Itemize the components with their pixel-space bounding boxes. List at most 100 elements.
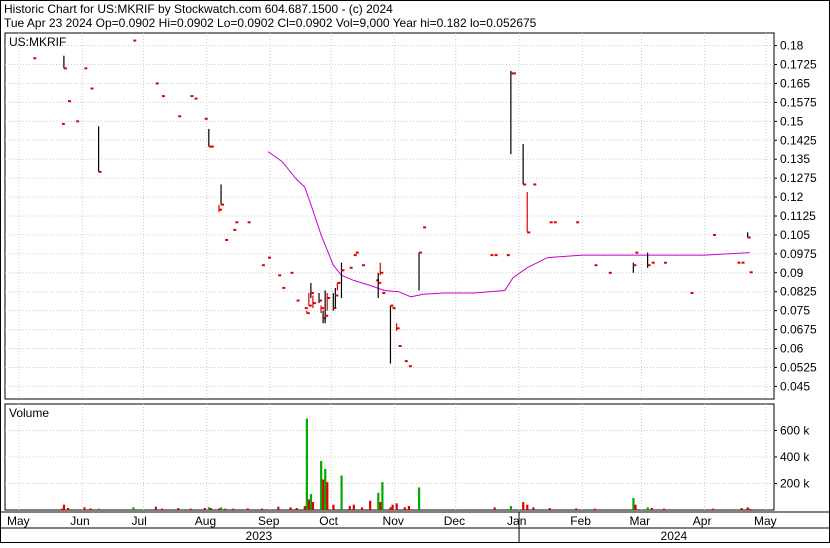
- volume-bar: [526, 504, 529, 510]
- price-tick-label: 0.1725: [780, 58, 817, 72]
- chart-title: Historic Chart for US:MKRIF by Stockwatc…: [4, 2, 393, 16]
- volume-bar: [246, 508, 249, 510]
- volume-bar: [634, 504, 637, 510]
- volume-bar: [154, 506, 157, 510]
- price-tick-label: 0.105: [780, 228, 810, 242]
- volume-bar: [711, 508, 715, 510]
- chart-canvas: Historic Chart for US:MKRIF by Stockwatc…: [0, 0, 830, 543]
- volume-bar: [209, 508, 213, 510]
- volume-bar: [189, 508, 192, 510]
- volume-bar: [260, 508, 264, 510]
- volume-bar: [320, 460, 323, 510]
- volume-bar: [352, 504, 355, 510]
- volume-bar: [332, 504, 335, 510]
- volume-bar: [389, 507, 392, 510]
- price-tick-label: 0.165: [780, 76, 810, 90]
- volume-bar: [289, 507, 292, 510]
- volume-bar: [303, 506, 306, 510]
- volume-bar: [418, 487, 421, 510]
- volume-bar: [66, 508, 70, 510]
- volume-bar: [369, 500, 372, 510]
- volume-bar: [307, 499, 311, 510]
- price-tick-label: 0.075: [780, 304, 810, 318]
- price-tick-label: 0.06: [780, 342, 804, 356]
- volume-bar: [203, 508, 206, 510]
- volume-bar: [662, 508, 666, 510]
- volume-bar: [160, 508, 164, 510]
- volume-bar: [132, 507, 135, 510]
- volume-bar: [295, 508, 298, 510]
- month-label: Jul: [132, 514, 147, 528]
- volume-bar: [650, 508, 653, 510]
- price-tick-label: 0.1275: [780, 171, 817, 185]
- volume-tick-label: 200 k: [780, 477, 810, 491]
- month-label: Jun: [70, 514, 89, 528]
- volume-bar: [746, 507, 749, 510]
- volume-bar: [218, 508, 221, 510]
- price-tick-label: 0.135: [780, 152, 810, 166]
- volume-bar: [97, 508, 100, 510]
- volume-bar: [522, 502, 525, 510]
- price-tick-label: 0.045: [780, 379, 810, 393]
- volume-bar: [220, 507, 223, 510]
- volume-bar: [311, 502, 315, 510]
- volume-title: Volume: [9, 406, 49, 420]
- volume-bar: [89, 508, 92, 510]
- volume-bar: [322, 479, 325, 510]
- volume-bar: [403, 507, 406, 510]
- year-label: 2024: [661, 529, 688, 543]
- month-label: May: [754, 514, 777, 528]
- volume-bar: [593, 508, 596, 510]
- volume-bar: [340, 475, 343, 510]
- month-label: Apr: [693, 514, 712, 528]
- volume-bar: [277, 506, 280, 510]
- price-tick-label: 0.0525: [780, 360, 817, 374]
- symbol-label: US:MKRIF: [9, 35, 66, 49]
- volume-bar: [575, 508, 578, 510]
- price-tick-label: 0.0675: [780, 323, 817, 337]
- month-label: Dec: [444, 514, 465, 528]
- volume-bar: [324, 468, 327, 510]
- volume-tick-label: 600 k: [780, 424, 810, 438]
- volume-bar: [62, 504, 66, 510]
- volume-bar: [232, 508, 235, 510]
- volume-bar: [305, 418, 308, 510]
- month-label: Oct: [319, 514, 338, 528]
- month-label: Sep: [258, 514, 280, 528]
- price-tick-label: 0.1125: [780, 209, 816, 223]
- price-tick-label: 0.1575: [780, 95, 817, 109]
- volume-bar: [381, 482, 384, 510]
- volume-bar: [224, 508, 227, 510]
- volume-bar: [60, 508, 64, 510]
- volume-bar: [309, 494, 313, 510]
- volume-bar: [740, 508, 743, 510]
- volume-bar: [548, 508, 551, 510]
- volume-bar: [646, 507, 649, 510]
- volume-tick-label: 400 k: [780, 450, 810, 464]
- price-tick-label: 0.0825: [780, 285, 817, 299]
- month-label: Feb: [570, 514, 591, 528]
- volume-bar: [391, 504, 394, 510]
- month-label: Mar: [630, 514, 651, 528]
- price-tick-label: 0.18: [780, 39, 804, 53]
- price-tick-label: 0.1425: [780, 133, 817, 147]
- volume-bar: [532, 507, 535, 510]
- month-label: Nov: [383, 514, 404, 528]
- month-label: May: [7, 514, 30, 528]
- volume-bar: [407, 506, 411, 510]
- volume-bar: [348, 506, 351, 510]
- month-label: Jan: [507, 514, 526, 528]
- volume-bar: [377, 492, 380, 510]
- stock-chart: Historic Chart for US:MKRIF by Stockwatc…: [0, 0, 830, 543]
- volume-bar: [379, 502, 382, 510]
- price-tick-label: 0.15: [780, 114, 804, 128]
- volume-bar: [632, 498, 635, 510]
- volume-bar: [395, 503, 398, 510]
- volume-bar: [748, 508, 751, 510]
- volume-bar: [83, 507, 86, 510]
- volume-bar: [360, 507, 364, 510]
- price-tick-label: 0.12: [780, 190, 804, 204]
- year-label: 2023: [246, 529, 273, 543]
- volume-bar: [326, 482, 329, 510]
- volume-bar: [177, 508, 180, 510]
